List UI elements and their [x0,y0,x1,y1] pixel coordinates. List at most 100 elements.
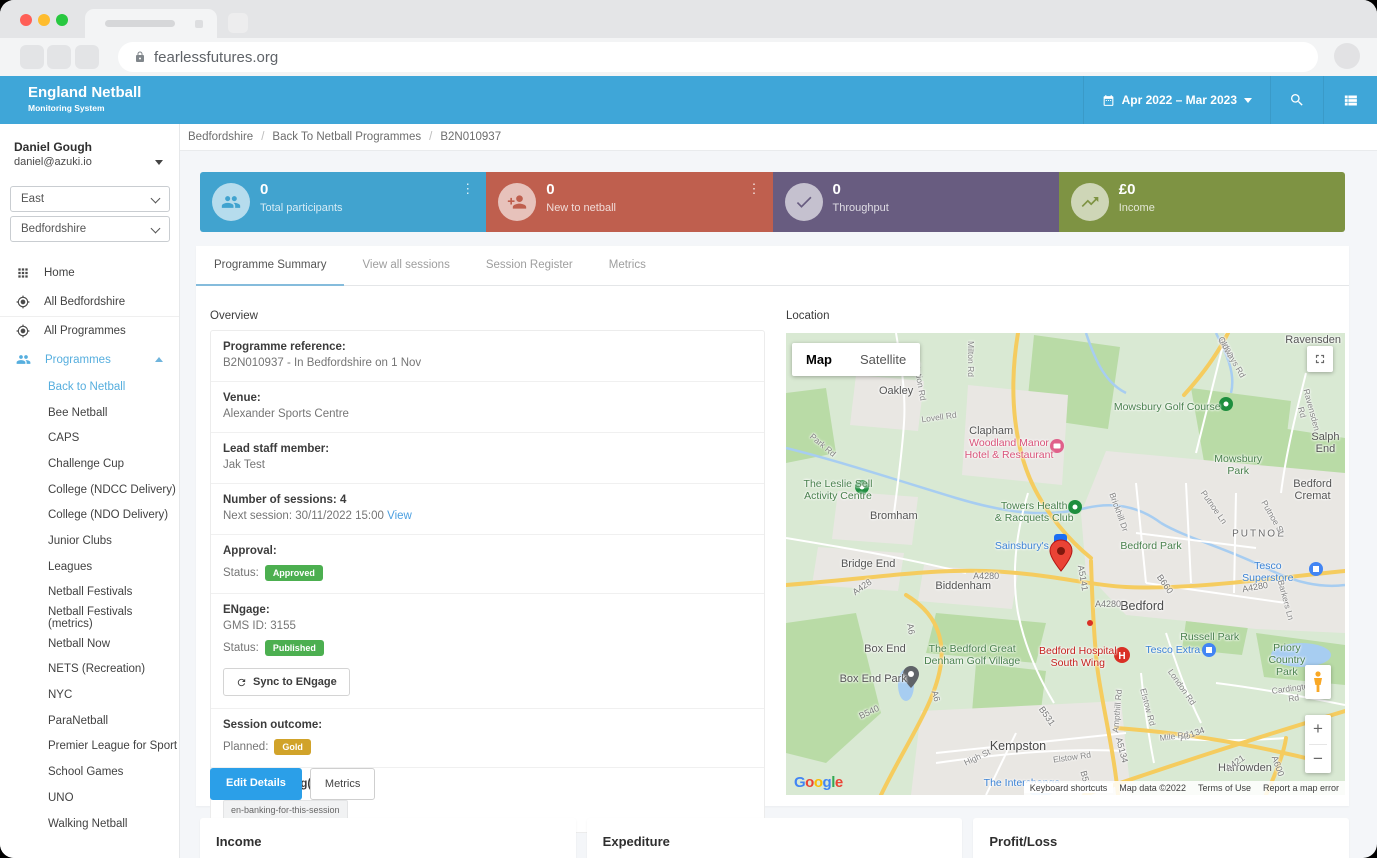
sidebar-programme-label: Back to Netball [48,381,125,393]
session-outcome-row: Session outcome: Planned:Gold [211,709,764,768]
list-view-button[interactable] [1323,76,1377,124]
view-session-link[interactable]: View [387,510,412,522]
reload-button[interactable] [75,45,99,69]
back-button[interactable] [20,45,44,69]
report-map-error-link[interactable]: Report a map error [1257,783,1345,793]
sidebar-programme-item[interactable]: College (NDCC Delivery) [0,477,179,503]
tab[interactable]: Programme Summary [196,246,344,286]
sidebar-programme-item[interactable]: NYC [0,682,179,708]
county-select[interactable]: Bedfordshire [10,216,170,242]
sidebar-programme-item[interactable]: Walking Netball [0,811,179,837]
sidebar-programme-item[interactable]: ParaNetball [0,708,179,734]
sidebar-programme-item[interactable]: Netball Festivals (metrics) [0,605,179,631]
tab[interactable]: View all sessions [344,246,467,286]
sidebar-programme-item[interactable]: CAPS [0,425,179,451]
browser-window: fearlessfutures.org England Netball Moni… [0,0,1377,858]
planned-label: Planned: [223,741,268,753]
keyboard-shortcuts-link[interactable]: Keyboard shortcuts [1024,783,1114,793]
sidebar-programme-item[interactable]: Netball Now [0,631,179,657]
sidebar-item-home[interactable]: Home [0,258,179,287]
satellite-view-button[interactable]: Satellite [846,343,920,376]
sidebar-item-all-programmes[interactable]: All Programmes [0,316,179,345]
kebab-menu-icon[interactable]: ⋮ [748,182,761,195]
fullscreen-icon [1313,352,1327,366]
sidebar-programme-item[interactable]: Leagues [0,554,179,580]
sidebar-item-programmes[interactable]: Programmes [0,345,179,374]
tab[interactable]: Metrics [591,246,664,286]
sidebar-programme-item[interactable]: Premier League for Sport [0,734,179,760]
close-window-button[interactable] [20,14,32,26]
forward-button[interactable] [47,45,71,69]
sidebar-programme-item[interactable]: Netball Festivals [0,580,179,606]
sidebar-programme-item[interactable]: College (NDO Delivery) [0,502,179,528]
region-select-value: East [21,193,44,205]
user-menu-caret-icon[interactable] [155,160,163,165]
edit-details-button[interactable]: Edit Details [210,768,302,800]
search-button[interactable] [1270,76,1323,124]
terms-of-use-link[interactable]: Terms of Use [1192,783,1257,793]
next-session-text: Next session: 30/11/2022 15:00 [223,510,384,522]
sidebar-item-all-bedfordshire[interactable]: All Bedfordshire [0,287,179,316]
programme-reference-label: Programme reference: [223,341,752,353]
sidebar-programme-label: NYC [48,689,72,701]
tab-close-button[interactable] [195,20,203,28]
breadcrumb-item[interactable]: Back To Netball Programmes [253,131,421,143]
sync-to-engage-button[interactable]: Sync to ENgage [223,668,350,696]
map-view-button[interactable]: Map [792,343,846,376]
sidebar-programme-item[interactable]: UNO [0,785,179,811]
sidebar-programme-label: School Games [48,766,123,778]
google-map[interactable]: H RavensdenOakleyClaphamSalph End [786,333,1345,795]
income-card: Income [200,818,576,858]
sidebar-programme-item[interactable]: Bee Netball [0,400,179,426]
breadcrumb: BedfordshireBack To Netball ProgrammesB2… [180,124,1377,151]
engage-label: ENgage: [223,604,752,616]
metrics-button[interactable]: Metrics [310,768,375,800]
url-text: fearlessfutures.org [154,49,278,66]
income-card-title: Income [216,834,560,849]
zoom-out-button[interactable]: − [1305,745,1331,774]
sidebar-programme-item[interactable]: School Games [0,759,179,785]
lead-staff-row: Lead staff member: Jak Test [211,433,764,484]
pegman-icon [1312,671,1324,693]
breadcrumb-item[interactable]: Bedfordshire [188,131,253,143]
stat-card-throughput: 0 Throughput [773,172,1059,232]
fullscreen-button[interactable] [1307,346,1333,372]
google-logo-letter: o [814,774,823,791]
bottom-cards-row: Income Expediture Profit/Loss [200,818,1349,858]
stat-value: 0 [260,181,268,198]
date-range-selector[interactable]: Apr 2022 – Mar 2023 [1083,76,1270,124]
sidebar-programme-item[interactable]: Junior Clubs [0,528,179,554]
tab-label: Session Register [486,259,573,271]
sidebar: Daniel Gough daniel@azuki.io East Bedfor… [0,124,180,858]
people-icon [212,183,250,221]
region-select[interactable]: East [10,186,170,212]
county-select-value: Bedfordshire [21,223,86,235]
tabs-row: Programme SummaryView all sessions Sessio… [196,246,1349,286]
minimize-window-button[interactable] [38,14,50,26]
browser-tab-strip [0,0,1377,38]
google-logo-letter: e [835,774,843,791]
list-icon [1342,92,1359,109]
breadcrumb-item[interactable]: B2N010937 [421,131,501,143]
sidebar-programme-item[interactable]: Back to Netball [0,374,179,400]
stat-label: Income [1119,202,1155,214]
new-tab-button[interactable] [228,13,248,33]
kebab-menu-icon[interactable]: ⋮ [461,182,474,195]
browser-profile-avatar[interactable] [1334,43,1360,69]
check-icon [785,183,823,221]
sidebar-programme-label: Premier League for Sport [48,740,177,752]
browser-tab[interactable] [85,9,217,38]
target-icon [16,295,30,309]
sidebar-programme-label: CAPS [48,432,79,444]
maximize-window-button[interactable] [56,14,68,26]
sidebar-programme-item[interactable]: NETS (Recreation) [0,657,179,683]
main-panel: Programme SummaryView all sessions Sessio… [196,246,1349,806]
pegman-control[interactable] [1305,665,1331,699]
sidebar-item-label: All Programmes [44,325,126,337]
address-bar[interactable]: fearlessfutures.org [118,42,1318,72]
sidebar-programme-item[interactable]: Challenge Cup [0,451,179,477]
zoom-in-button[interactable]: + [1305,715,1331,744]
session-outcome-label: Session outcome: [223,719,752,731]
tab[interactable]: Session Register [468,246,591,286]
google-logo: Google [794,774,843,791]
